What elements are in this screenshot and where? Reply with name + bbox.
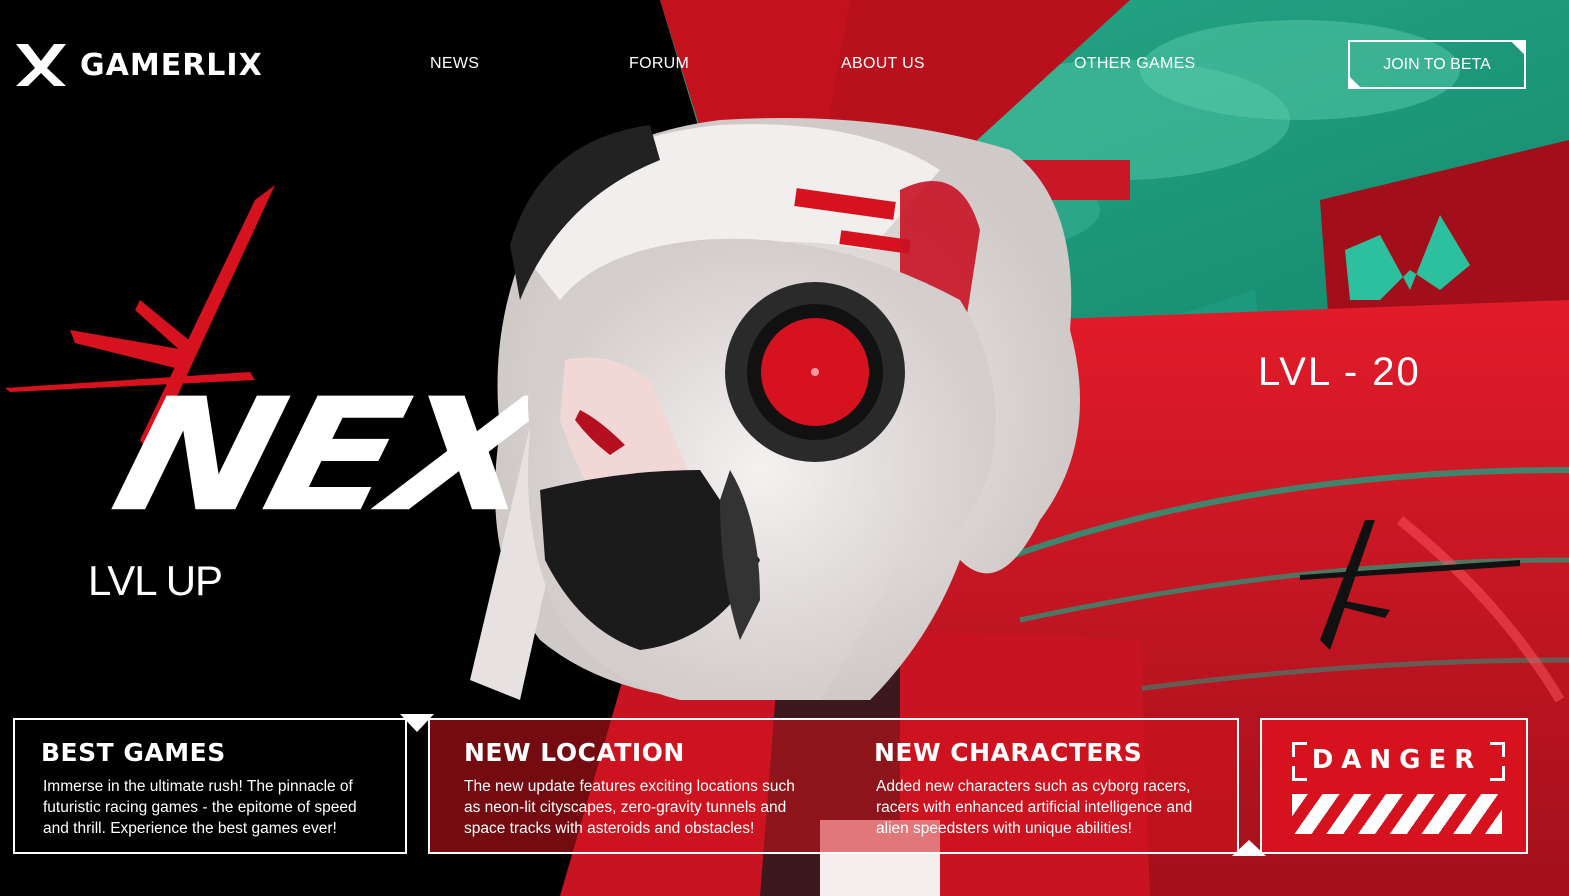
danger-label: DANGER — [1311, 745, 1483, 775]
card-new-location[interactable]: NEW LOCATION The new update features exc… — [430, 720, 840, 852]
card-title: BEST GAMES — [41, 738, 226, 767]
card-line: racers with enhanced artificial intellig… — [876, 799, 1193, 816]
bracket-corner — [1292, 742, 1307, 757]
card-title: NEW LOCATION — [464, 738, 685, 767]
card-title: NEW CHARACTERS — [874, 738, 1143, 767]
card-line: alien speedsters with unique abilities! — [876, 820, 1132, 837]
card-line: and thrill. Experience the best games ev… — [43, 820, 337, 837]
card-line: The new update features exciting locatio… — [464, 778, 795, 795]
hazard-stripes-icon — [1292, 794, 1502, 834]
card-line: futuristic racing games - the epitome of… — [43, 799, 357, 816]
card-updates: NEW LOCATION The new update features exc… — [428, 718, 1239, 854]
card-line: Added new characters such as cyborg race… — [876, 778, 1191, 795]
bracket-corner — [1490, 766, 1505, 781]
card-description: The new update features exciting locatio… — [464, 776, 795, 839]
danger-card[interactable]: DANGER — [1260, 718, 1528, 854]
card-description: Added new characters such as cyborg race… — [876, 776, 1192, 839]
card-best-games[interactable]: BEST GAMES Immerse in the ultimate rush!… — [13, 718, 407, 854]
card-line: as neon-lit cityscapes, zero-gravity tun… — [464, 799, 787, 816]
card-description: Immerse in the ultimate rush! The pinnac… — [43, 776, 357, 839]
bracket-corner — [1292, 766, 1307, 781]
card-line: Immerse in the ultimate rush! The pinnac… — [43, 778, 353, 795]
card-line: space tracks with asteroids and obstacle… — [464, 820, 755, 837]
hero-stage: GAMERLIX NEWS FORUM ABOUT US OTHER GAMES… — [0, 0, 1569, 896]
bracket-corner — [1490, 742, 1505, 757]
card-new-characters[interactable]: NEW CHARACTERS Added new characters such… — [848, 720, 1238, 852]
